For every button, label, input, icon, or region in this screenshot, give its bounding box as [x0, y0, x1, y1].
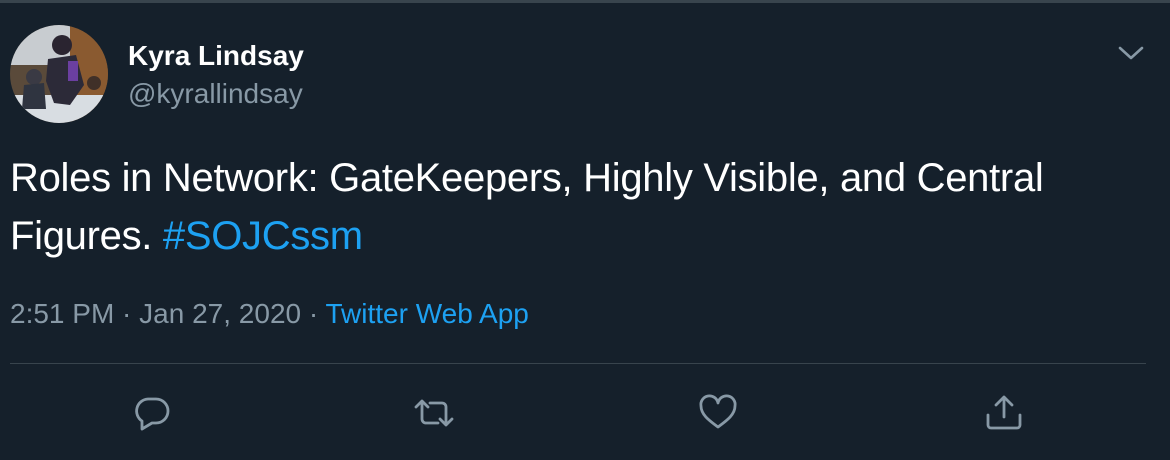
profile-photo-icon [10, 25, 108, 123]
chevron-down-icon[interactable] [1114, 39, 1148, 67]
tweet-text: Roles in Network: GateKeepers, Highly Vi… [10, 149, 1150, 265]
meta-separator: · [114, 298, 140, 329]
retweet-button[interactable] [412, 391, 456, 435]
tweet-time[interactable]: 2:51 PM [10, 298, 114, 329]
heart-icon [699, 394, 737, 429]
display-name[interactable]: Kyra Lindsay [128, 39, 304, 73]
tweet-meta: 2:51 PM · Jan 27, 2020 · Twitter Web App [10, 297, 529, 331]
tweet-source-link[interactable]: Twitter Web App [325, 298, 528, 329]
hashtag-link[interactable]: #SOJCssm [163, 214, 363, 258]
divider [10, 363, 1146, 364]
reply-button[interactable] [130, 391, 174, 435]
user-handle[interactable]: @kyrallindsay [128, 77, 303, 111]
like-button[interactable] [696, 391, 740, 435]
retweet-icon [414, 399, 454, 427]
avatar[interactable] [10, 25, 108, 123]
comment-icon [135, 397, 170, 431]
meta-separator: · [301, 298, 326, 329]
tweet-date[interactable]: Jan 27, 2020 [139, 298, 301, 329]
share-icon [986, 395, 1022, 430]
tweet-card: Kyra Lindsay @kyrallindsay Roles in Netw… [0, 0, 1170, 460]
share-button[interactable] [982, 391, 1026, 435]
